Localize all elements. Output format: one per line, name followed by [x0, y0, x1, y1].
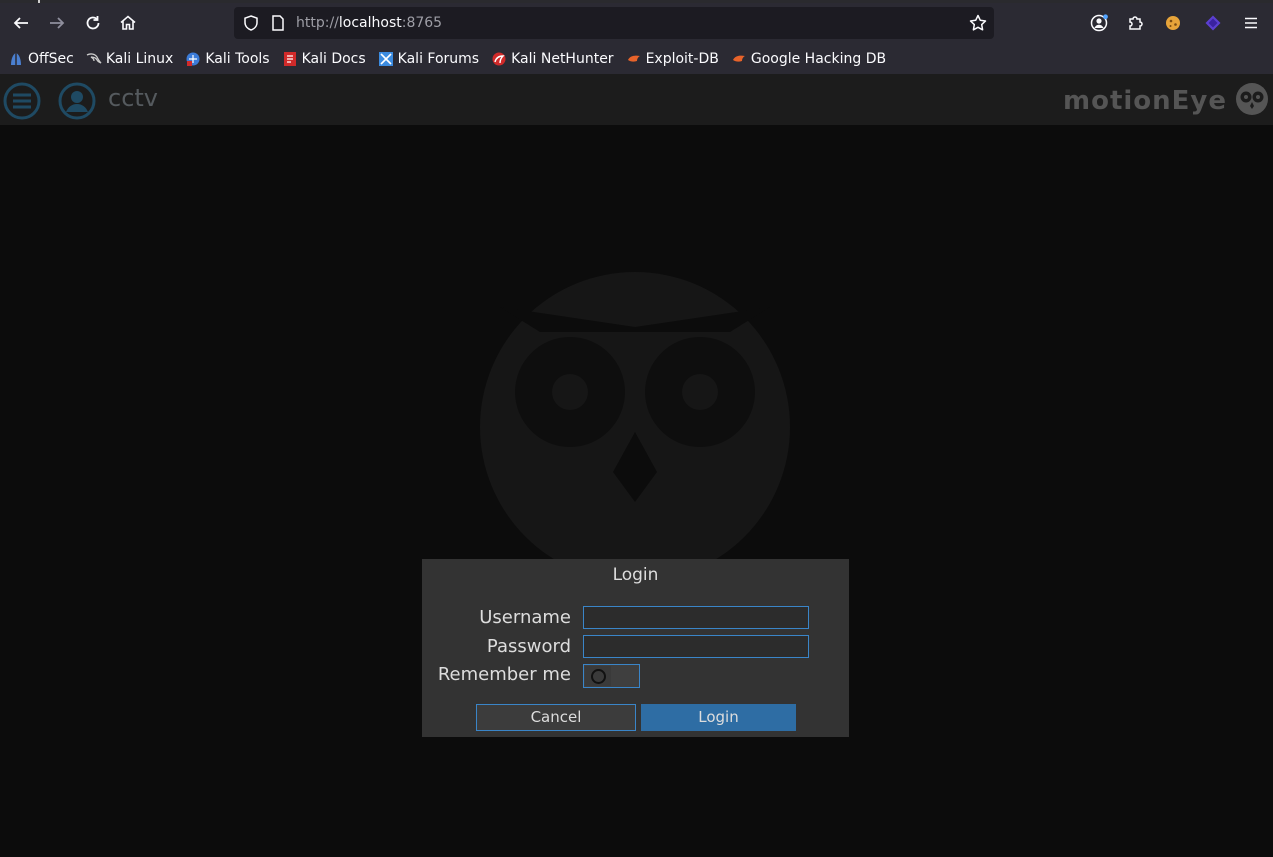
menu-button[interactable]: [1235, 7, 1267, 39]
puzzle-icon: [1129, 16, 1143, 30]
cookie-icon: [1166, 16, 1180, 30]
remember-me-label: Remember me: [437, 664, 571, 685]
bookmarks-bar: OffSec Kali Linux Kali Tools Kali Docs K…: [0, 44, 1273, 74]
home-icon: [120, 15, 136, 30]
password-input[interactable]: [583, 635, 809, 658]
toggle-knob: [585, 666, 611, 686]
brand-name: motionEye: [1062, 86, 1227, 116]
kali-tools-icon: [185, 51, 201, 67]
account-icon: [1090, 14, 1108, 32]
username-input[interactable]: [583, 606, 809, 629]
forward-button[interactable]: [41, 7, 73, 39]
account-button[interactable]: [1083, 7, 1115, 39]
hamburger-icon: [1245, 17, 1257, 29]
bookmark-exploit-db[interactable]: Exploit-DB: [622, 47, 723, 71]
login-button[interactable]: Login: [641, 704, 796, 731]
username-label: Username: [479, 607, 571, 628]
kali-forums-icon: [378, 51, 394, 67]
extension-button-1[interactable]: [1157, 7, 1189, 39]
extension-button-2[interactable]: [1197, 7, 1229, 39]
cube-icon: [1205, 15, 1221, 31]
exploit-db-icon: [626, 51, 642, 67]
ghdb-icon: [731, 51, 747, 67]
bookmark-kali-nethunter[interactable]: Kali NetHunter: [487, 47, 617, 71]
browser-toolbar: http://localhost:8765: [0, 3, 1273, 44]
reload-button[interactable]: [77, 7, 109, 39]
bookmark-offsec[interactable]: OffSec: [4, 47, 78, 71]
background-owl-icon: [480, 272, 790, 582]
shield-icon[interactable]: [242, 14, 260, 32]
bookmark-google-hacking-db[interactable]: Google Hacking DB: [727, 47, 890, 71]
extensions-button[interactable]: [1119, 7, 1151, 39]
login-dialog: Login Username Password Remember me Canc…: [422, 559, 849, 737]
back-button[interactable]: [5, 7, 37, 39]
home-button[interactable]: [112, 7, 144, 39]
kali-dragon-icon: [86, 51, 102, 67]
nethunter-icon: [491, 51, 507, 67]
bookmark-kali-forums[interactable]: Kali Forums: [374, 47, 483, 71]
login-dialog-title: Login: [612, 565, 659, 585]
camera-title: cctv: [108, 84, 159, 112]
user-icon[interactable]: [58, 82, 96, 120]
password-label: Password: [486, 636, 571, 657]
bookmark-kali-tools[interactable]: Kali Tools: [181, 47, 273, 71]
owl-logo-icon: [1236, 83, 1268, 115]
bookmark-kali-docs[interactable]: Kali Docs: [278, 47, 370, 71]
reload-icon: [86, 16, 100, 30]
arrow-left-icon: [13, 17, 28, 29]
kali-docs-icon: [282, 51, 298, 67]
page-icon[interactable]: [270, 14, 286, 32]
bookmark-kali-linux[interactable]: Kali Linux: [82, 47, 177, 71]
app-header: cctv motionEye: [0, 74, 1273, 125]
cancel-button[interactable]: Cancel: [476, 704, 636, 731]
main-menu-icon[interactable]: [3, 82, 41, 120]
bookmark-star-icon[interactable]: [968, 13, 988, 33]
offsec-icon: [8, 51, 24, 67]
url-text[interactable]: http://localhost:8765: [296, 14, 442, 32]
remember-me-toggle[interactable]: [583, 664, 640, 688]
arrow-right-icon: [50, 17, 65, 29]
address-bar[interactable]: http://localhost:8765: [234, 7, 994, 39]
